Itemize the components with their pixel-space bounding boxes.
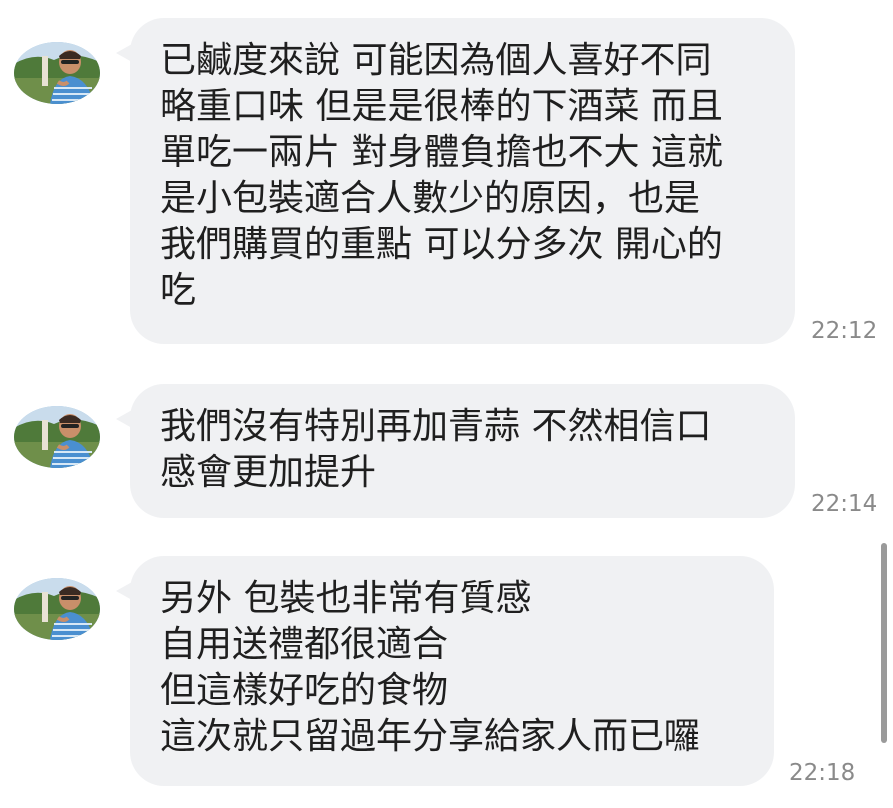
avatar-photo-icon	[14, 42, 100, 104]
avatar[interactable]	[14, 406, 100, 468]
message-text-line: 略重口味 但是是很棒的下酒菜 而且	[160, 86, 723, 127]
message-text-line: 我們沒有特別再加青蒜 不然相信口	[160, 406, 712, 447]
message-bubble[interactable]: 另外 包裝也非常有質感 自用送禮都很適合 但這樣好吃的食物 這次就只留過年分享給…	[116, 556, 774, 786]
message-text-line: 這次就只留過年分享給家人而已囉	[160, 716, 701, 757]
message-text-line: 另外 包裝也非常有質感	[160, 578, 532, 619]
message-text-line: 已鹹度來說 可能因為個人喜好不同	[160, 40, 712, 81]
message-text-line: 但這樣好吃的食物	[160, 670, 449, 711]
message-text-line: 自用送禮都很適合	[160, 624, 449, 665]
message-text-line: 是小包裝適合人數少的原因，也是	[160, 178, 701, 219]
message-text-line: 吃	[160, 270, 197, 311]
message-bubble[interactable]: 已鹹度來說 可能因為個人喜好不同 略重口味 但是是很棒的下酒菜 而且 單吃一兩片…	[116, 18, 795, 344]
message-bubble[interactable]: 我們沒有特別再加青蒜 不然相信口 感會更加提升	[116, 384, 795, 518]
message-text-line: 我們購買的重點 可以分多次 開心的	[160, 224, 723, 265]
avatar[interactable]	[14, 42, 100, 104]
avatar-photo-icon	[14, 578, 100, 640]
avatar[interactable]	[14, 578, 100, 640]
message-timestamp: 22:12	[811, 318, 878, 344]
avatar-photo-icon	[14, 406, 100, 468]
message-timestamp: 22:14	[811, 491, 878, 517]
message-text-line: 單吃一兩片 對身體負擔也不大 這就	[160, 132, 723, 173]
message-timestamp: 22:18	[789, 760, 856, 786]
message-text-line: 感會更加提升	[160, 452, 377, 493]
scrollbar[interactable]	[881, 543, 887, 743]
